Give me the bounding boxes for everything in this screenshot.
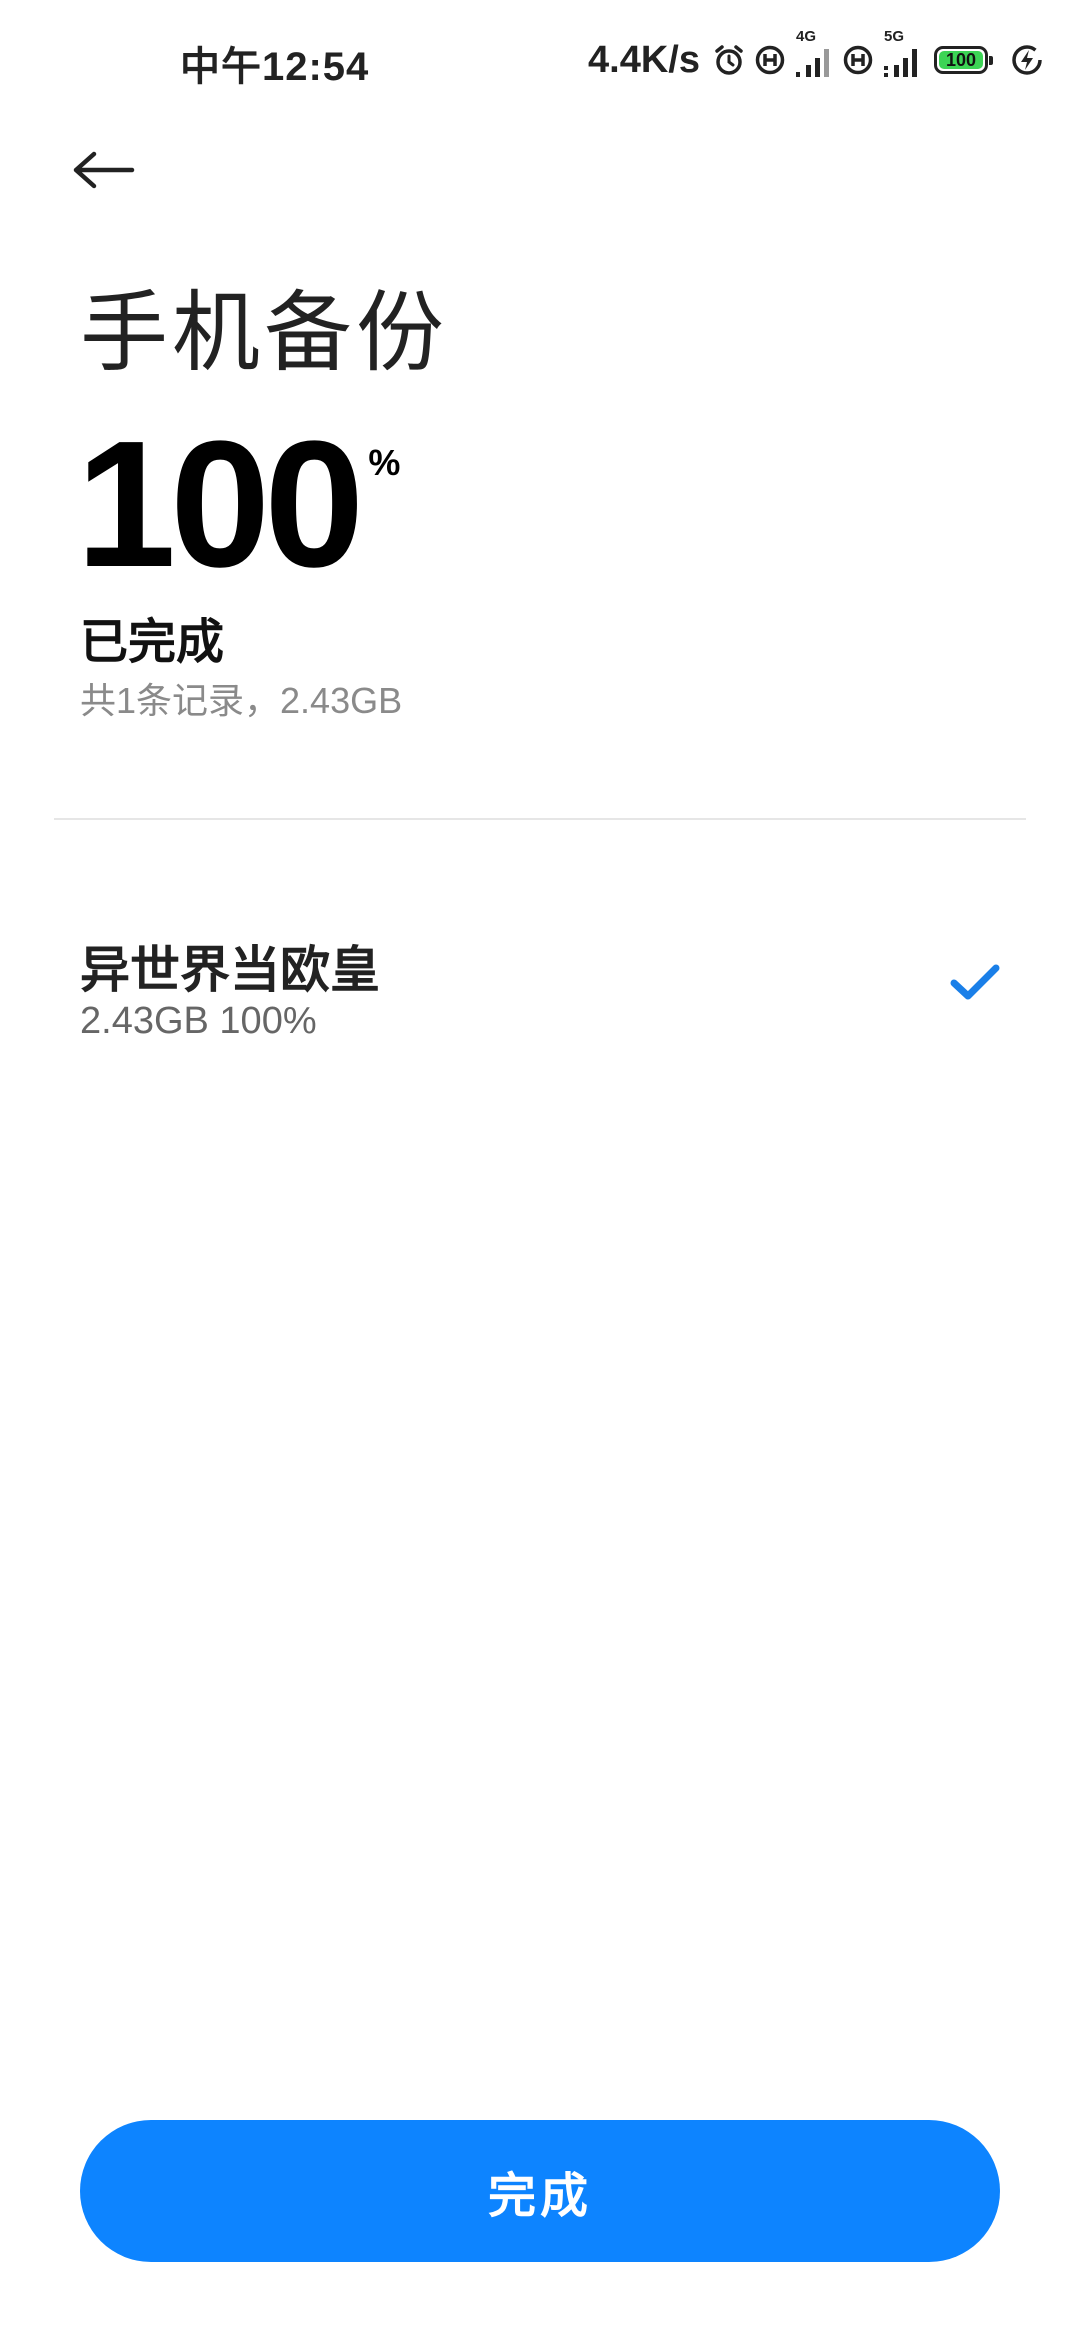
alarm-icon [712,43,746,77]
net-speed: 4.4K/s [588,38,700,81]
sim1-signal: 4G [794,28,834,80]
record-detail: 2.43GB 100% [80,1000,317,1042]
arrow-left-icon [73,151,135,189]
done-button[interactable]: 完成 [80,2120,1000,2262]
progress-display: 100 % [76,404,401,605]
record-name: 异世界当欧皇 [80,942,380,998]
divider [54,818,1026,820]
progress-value: 100 [76,404,364,605]
sim2-signal: 5G [882,28,922,80]
hd-icon [754,44,786,76]
status-time: 中午12:54 [180,45,370,89]
check-icon [950,964,1000,1000]
progress-unit: % [368,442,401,483]
charging-icon [1010,43,1044,77]
hd-icon [842,44,874,76]
sim1-network-label: 4G [796,28,817,45]
sim2-network-label: 5G [884,28,905,45]
battery-level: 100 [945,49,977,70]
summary-label: 共1条记录，2.43GB [80,680,403,721]
back-button[interactable] [72,140,142,200]
battery-icon: 100 [934,46,993,74]
status-icons: 4.4K/s 4G 5G 100 [588,28,1044,90]
page-title: 手机备份 [80,283,449,382]
backup-screen: 中午12:54 4.4K/s 4G 5G 100 手机备份 100 % 已完成 … [0,0,1080,2340]
status-bar: 中午12:54 4.4K/s 4G 5G 100 [0,0,1080,120]
list-item[interactable]: 异世界当欧皇 2.43GB 100% [0,900,1080,1060]
signal-icon [884,49,917,77]
signal-icon [796,49,829,77]
status-label: 已完成 [80,616,225,669]
